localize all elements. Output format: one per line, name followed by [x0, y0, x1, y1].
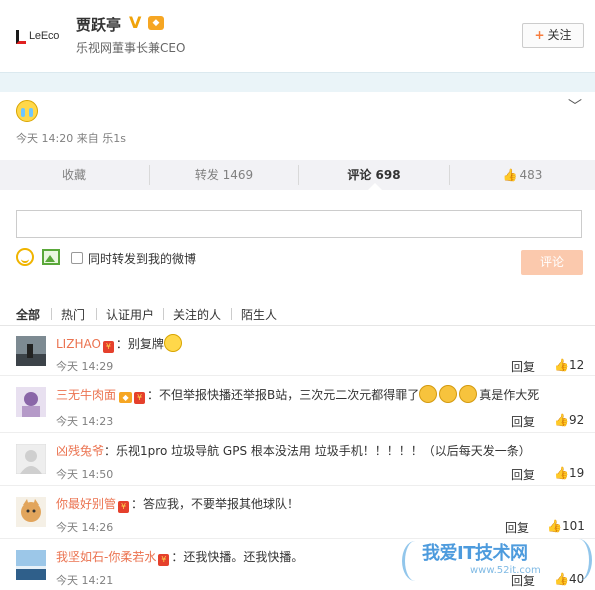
comment-like-count: 12 [568, 358, 585, 372]
watermark-text: 我爱IT技术网 [422, 543, 528, 564]
comment-time: 今天 14:23 [56, 415, 114, 428]
image-upload-icon[interactable] [42, 249, 60, 265]
red-packet-icon: ¥ [118, 501, 130, 513]
comment-filter-bar: 全部 热门 认证用户 关注的人 陌生人 [0, 300, 595, 326]
comment-like-count: 19 [568, 466, 585, 480]
repost-checkbox[interactable] [71, 252, 83, 264]
profile-header: LeEco 贾跃亭 V ◆ 乐视网董事长兼CEO + 关注 [0, 0, 595, 72]
comment-body-tail: 真是作大死 [479, 388, 540, 402]
repost-label: 同时转发到我的微博 [88, 252, 197, 266]
comment-username[interactable]: 三无牛肉面 [56, 388, 116, 402]
comment-input[interactable] [16, 210, 582, 238]
comment-text: 你最好别管 ¥ ：答应我，不要举报其他球队！ [56, 495, 299, 513]
crying-emoji-icon [16, 100, 38, 122]
tab-like[interactable]: 👍 483 [450, 160, 595, 190]
tab-favorite[interactable]: 收藏 [0, 160, 148, 190]
member-badge-icon: ◆ [148, 16, 164, 30]
cat-emoji-icon [439, 385, 458, 403]
logo-text: LeEco [29, 30, 60, 42]
comment-body: ：不但举报快播还举报B站，三次元二次元都得罪了 [147, 388, 420, 402]
filter-strangers[interactable]: 陌生人 [241, 306, 277, 323]
follow-label: 关注 [547, 28, 572, 42]
user-avatar[interactable] [16, 444, 46, 474]
filter-all[interactable]: 全部 [16, 306, 40, 323]
watermark-wing-right [566, 539, 592, 581]
filter-following[interactable]: 关注的人 [173, 306, 221, 323]
leeco-logo: LeEco [16, 28, 66, 46]
comment-username[interactable]: LIZHAO [56, 337, 101, 351]
thumbs-up-icon: 👍 [554, 466, 569, 480]
post: ﹀ 今天 14:20 来自 乐1s [0, 92, 595, 160]
comment-time: 今天 14:21 [56, 574, 114, 587]
active-tab-caret [368, 183, 382, 190]
reply-button[interactable]: 回复 [511, 413, 535, 430]
site-watermark: 我爱IT技术网 www.52it.com [402, 535, 595, 590]
filter-divider [51, 308, 52, 320]
user-avatar[interactable] [16, 336, 46, 366]
red-packet-icon: ¥ [102, 341, 114, 353]
thumbs-up-icon: 👍 [502, 168, 518, 182]
thumbs-up-icon: 👍 [554, 358, 569, 372]
red-packet-icon: ¥ [158, 554, 170, 566]
comment-body: ：答应我，不要举报其他球队！ [131, 497, 300, 511]
comment-like-button[interactable]: 👍101 [547, 519, 585, 533]
comment-username[interactable]: 你最好别管 [56, 497, 116, 511]
comment-time: 今天 14:26 [56, 521, 114, 534]
emoji-picker-icon[interactable] [16, 248, 34, 266]
thumbs-up-icon: 👍 [547, 519, 562, 533]
thumbs-up-icon: 👍 [554, 413, 569, 427]
filter-divider [96, 308, 97, 320]
comment-composer: 同时转发到我的微博 评论 [0, 190, 595, 290]
comment-like-button[interactable]: 👍19 [554, 466, 584, 480]
reply-button[interactable]: 回复 [511, 358, 535, 375]
post-action-bar: 收藏 转发 1469 评论 698 👍 483 [0, 160, 595, 190]
user-avatar[interactable] [16, 387, 46, 417]
follow-button[interactable]: + 关注 [522, 23, 584, 48]
post-meta: 今天 14:20 来自 乐1s [16, 132, 126, 145]
comment-like-button[interactable]: 👍92 [554, 413, 584, 427]
comment-item: 你最好别管 ¥ ：答应我，不要举报其他球队！ 今天 14:26 回复 👍101 [0, 487, 595, 539]
user-avatar[interactable] [16, 497, 46, 527]
comment-like-button[interactable]: 👍12 [554, 358, 584, 372]
leeco-logo-mark [16, 30, 26, 44]
comment-item: 凶残兔爷：乐视1pro 垃圾导航 GPS 根本没法用 垃圾手机！！！！！（以后每… [0, 434, 595, 486]
comment-username[interactable]: 我坚如石-你柔若水 [56, 550, 156, 564]
like-count: 483 [519, 168, 543, 182]
filter-divider [163, 308, 164, 320]
comment-time: 今天 14:29 [56, 360, 114, 373]
comment-like-count: 92 [568, 413, 585, 427]
comment-item: LIZHAO ¥ ：别复牌 今天 14:29 回复 👍12 [0, 326, 595, 376]
profile-title: 乐视网董事长兼CEO [76, 41, 186, 55]
user-avatar[interactable] [16, 550, 46, 580]
reply-button[interactable]: 回复 [511, 466, 535, 483]
comment-text: LIZHAO ¥ ：别复牌 [56, 334, 182, 353]
red-packet-icon: ¥ [134, 392, 146, 404]
verified-icon: V [129, 13, 142, 32]
comment-body: ：乐视1pro 垃圾导航 GPS 根本没法用 垃圾手机！！！！！（以后每天发一条… [104, 444, 531, 458]
crying-emoji-icon [163, 334, 182, 352]
cat-emoji-icon [419, 385, 438, 403]
chevron-down-icon[interactable]: ﹀ [568, 96, 582, 116]
filter-verified[interactable]: 认证用户 [106, 306, 154, 323]
comment-like-count: 101 [561, 519, 585, 533]
cat-emoji-icon [459, 385, 478, 403]
plus-icon: + [534, 28, 545, 42]
comment-body: ：还我快播。还我快播。 [171, 550, 304, 564]
comment-text: 三无牛肉面 ◆ ¥ ：不但举报快播还举报B站，三次元二次元都得罪了 真是作大死 [56, 385, 539, 404]
submit-comment-button[interactable]: 评论 [521, 250, 583, 275]
reply-button[interactable]: 回复 [505, 519, 529, 536]
member-badge-icon: ◆ [119, 392, 133, 403]
watermark-url: www.52it.com [470, 565, 541, 576]
comment-item: 三无牛肉面 ◆ ¥ ：不但举报快播还举报B站，三次元二次元都得罪了 真是作大死 今天 1… [0, 377, 595, 433]
comment-body: ：别复牌 [115, 337, 164, 351]
comment-username[interactable]: 凶残兔爷 [56, 444, 104, 458]
filter-hot[interactable]: 热门 [61, 306, 85, 323]
filter-divider [231, 308, 232, 320]
tab-repost[interactable]: 转发 1469 [150, 160, 298, 190]
comment-text: 我坚如石-你柔若水 ¥ ：还我快播。还我快播。 [56, 548, 303, 566]
cover-strip [0, 72, 595, 92]
profile-name[interactable]: 贾跃亭 [76, 14, 121, 35]
comment-time: 今天 14:50 [56, 468, 114, 481]
comment-text: 凶残兔爷：乐视1pro 垃圾导航 GPS 根本没法用 垃圾手机！！！！！（以后每… [56, 442, 531, 459]
